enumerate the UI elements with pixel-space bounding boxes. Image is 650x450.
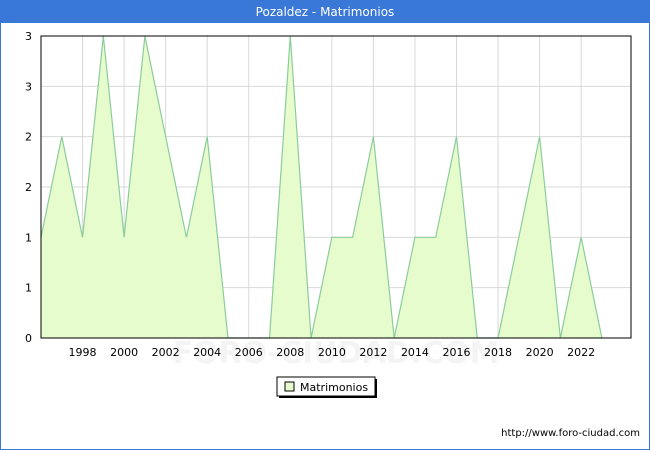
x-tick-label: 2020 (526, 346, 554, 359)
x-tick-label: 2022 (567, 346, 595, 359)
legend-label: Matrimonios (300, 381, 368, 394)
x-tick-label: 2014 (401, 346, 429, 359)
x-tick-label: 2010 (318, 346, 346, 359)
y-tick-label: 2 (25, 131, 32, 144)
x-tick-label: 2012 (359, 346, 387, 359)
x-tick-label: 2008 (276, 346, 304, 359)
x-tick-label: 2016 (442, 346, 470, 359)
legend-swatch (284, 381, 295, 392)
x-tick-label: 2004 (193, 346, 221, 359)
x-tick-label: 1998 (69, 346, 97, 359)
y-tick-label: 2 (25, 181, 32, 194)
y-tick-label: 3 (25, 80, 32, 93)
chart-frame: Pozaldez - Matrimonios FORO-CIUDAD.COM 0 1… (0, 0, 650, 450)
x-tick-label: 2000 (110, 346, 138, 359)
source-url[interactable]: http://www.foro-ciudad.com (501, 428, 640, 439)
y-tick-label: 1 (25, 282, 32, 295)
y-tick-label: 1 (25, 231, 32, 244)
y-tick-label: 3 (25, 30, 32, 43)
x-tick-label: 2002 (152, 346, 180, 359)
x-tick-label: 2006 (235, 346, 263, 359)
x-tick-label: 2018 (484, 346, 512, 359)
chart-canvas: FORO-CIUDAD.COM01122331998 2000 2002 2004 20… (25, 30, 632, 398)
y-tick-label: 0 (25, 332, 32, 345)
